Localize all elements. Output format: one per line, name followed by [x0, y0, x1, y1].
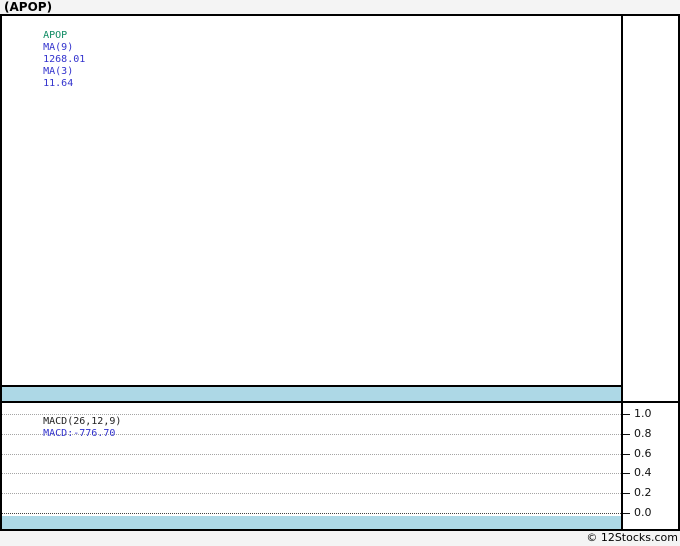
ma9-label: MA(9): [43, 42, 74, 53]
macd-gridline: [2, 493, 621, 494]
separator-band-middle: [2, 387, 621, 401]
macd-axis-tick-label: 0.2: [634, 486, 652, 499]
macd-axis-tick-label: 1.0: [634, 407, 652, 420]
macd-legend: MACD(26,12,9) MACD:-776.70: [7, 404, 133, 452]
right-axis-divider: [621, 16, 623, 529]
footer-credit: © 12Stocks.com: [586, 531, 678, 544]
macd-params-label: MACD(26,12,9): [43, 416, 122, 427]
macd-axis-tick-label: 0.6: [634, 447, 652, 460]
chart-frame: APOP MA(9) 1268.01 MA(3) 11.64 MACD(26,1…: [0, 14, 680, 531]
page-title: (APOP): [4, 0, 53, 14]
ma9-value: 1268.01: [43, 54, 86, 65]
macd-gridline: [2, 454, 621, 455]
price-legend: APOP MA(9) 1268.01 MA(3) 11.64: [7, 18, 95, 102]
separator-band-bottom: [2, 516, 621, 529]
macd-axis-tick-label: 0.0: [634, 506, 652, 519]
ma3-label: MA(3): [43, 66, 74, 77]
macd-gridline: [2, 473, 621, 474]
ma3-value: 11.64: [43, 78, 74, 89]
macd-axis-tick-label: 0.4: [634, 466, 652, 479]
macd-gridline: [2, 513, 621, 514]
ticker-symbol-label: APOP: [43, 30, 68, 41]
macd-axis-tick-label: 0.8: [634, 427, 652, 440]
macd-value-label: MACD:-776.70: [43, 428, 116, 439]
page: (APOP) APOP MA(9) 1268.01 MA(3) 11.64 MA…: [0, 0, 680, 546]
